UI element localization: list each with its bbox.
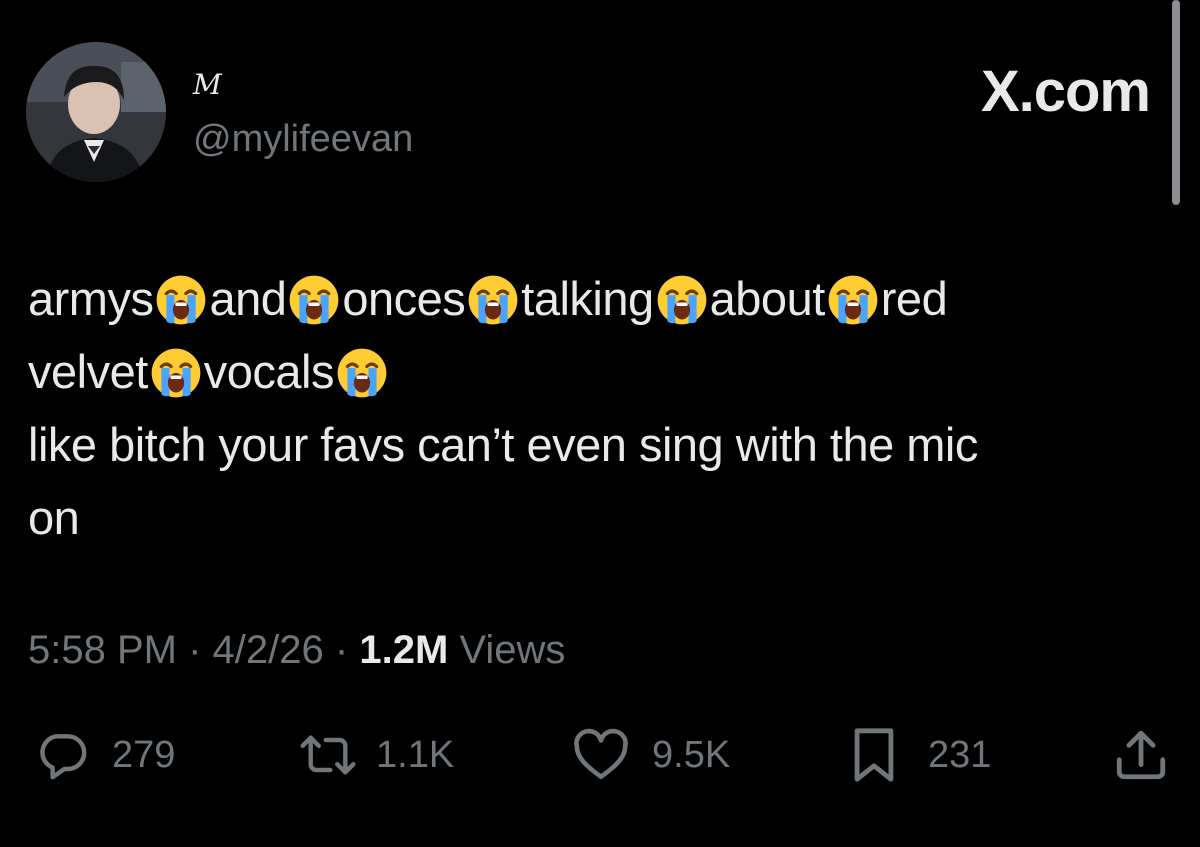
views-label: Views (459, 628, 566, 672)
author-display-name[interactable]: M (193, 68, 222, 101)
like-count: 9.5K (652, 733, 731, 776)
tweet-text-segment: and (209, 272, 287, 325)
tweet-text-segment: armys (28, 272, 154, 325)
tweet-meta: 5:58 PM · 4/2/26 · 1.2M Views (28, 628, 565, 673)
crying-face-emoji-icon (657, 275, 707, 325)
action-bar: 279 1.1K 9.5K 231 (0, 720, 1200, 790)
crying-face-emoji-icon (468, 275, 518, 325)
tweet-text-segment: onces (342, 272, 466, 325)
like-button[interactable]: 9.5K (572, 720, 730, 790)
bookmark-button[interactable]: 231 (848, 720, 991, 790)
crying-face-emoji-icon (151, 348, 201, 398)
meta-separator: · (334, 628, 349, 672)
reply-count: 279 (112, 733, 176, 776)
tweet-text-segment: like bitch your favs can’t even sing wit… (28, 418, 978, 471)
crying-face-emoji-icon (157, 275, 206, 325)
views-count: 1.2M (359, 628, 449, 672)
share-icon (1112, 726, 1170, 784)
crying-face-emoji-icon (828, 275, 878, 325)
avatar[interactable] (26, 42, 166, 182)
tweet-time[interactable]: 5:58 PM (28, 628, 177, 672)
crying-face-emoji-icon (290, 275, 339, 325)
tweet-text: armys and onces talking about red velvet vocals… (28, 262, 1178, 554)
tweet-line: armys and onces talking about red (28, 262, 1178, 335)
tweet-text-segment: velvet (28, 345, 148, 398)
heart-icon (572, 727, 630, 783)
tweet-card: M @mylifeevan X.com armys and onces talking… (0, 0, 1200, 847)
repost-count: 1.1K (376, 733, 455, 776)
tweet-text-segment: about (709, 272, 826, 325)
scrollbar[interactable] (1172, 0, 1180, 205)
share-button[interactable] (1112, 720, 1170, 790)
tweet-text-segment: red (880, 272, 948, 325)
tweet-text-segment: vocals (203, 345, 335, 398)
bookmark-icon (848, 726, 900, 784)
tweet-date[interactable]: 4/2/26 (213, 628, 324, 672)
repost-button[interactable]: 1.1K (298, 720, 454, 790)
author-handle[interactable]: @mylifeevan (193, 118, 413, 161)
reply-button[interactable]: 279 (34, 720, 175, 790)
tweet-text-segment: talking (521, 272, 654, 325)
repost-icon (298, 727, 358, 783)
bookmark-count: 231 (928, 733, 992, 776)
reply-icon (34, 727, 90, 783)
brand-watermark: X.com (980, 59, 1151, 124)
tweet-line: velvet vocals (28, 335, 1178, 408)
tweet-text-segment: on (28, 491, 80, 544)
meta-separator: · (188, 628, 202, 672)
tweet-line: on (28, 481, 1178, 554)
tweet-line: like bitch your favs can’t even sing wit… (28, 408, 1178, 481)
crying-face-emoji-icon (337, 348, 387, 398)
